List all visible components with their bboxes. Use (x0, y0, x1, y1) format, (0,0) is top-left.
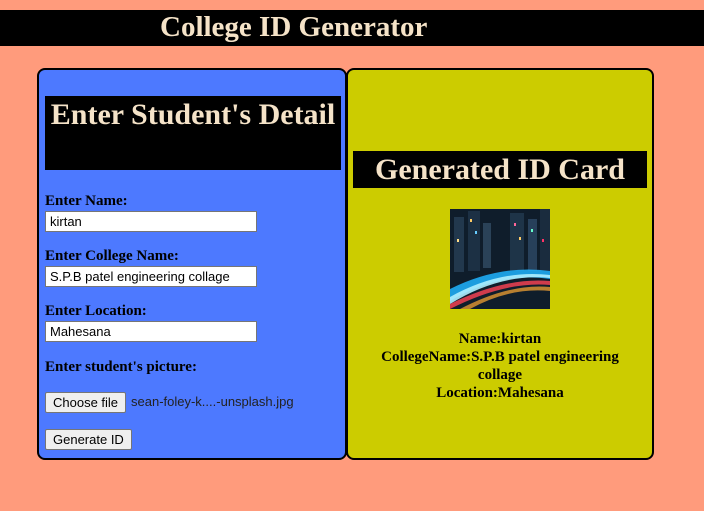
location-input[interactable] (45, 321, 257, 342)
student-photo (450, 209, 550, 309)
selected-file-name: sean-foley-k....-unsplash.jpg (131, 394, 294, 409)
page-title: College ID Generator (160, 11, 428, 43)
name-label: Enter Name: (45, 193, 128, 209)
card-heading: Generated ID Card (353, 151, 647, 188)
location-label: Enter Location: (45, 303, 147, 319)
id-card-panel: Generated ID Card Name:kirtan CollegeNam… (346, 68, 654, 460)
title-bar: College ID Generator (0, 10, 704, 46)
card-college-line: CollegeName:S.P.B patel engineering coll… (381, 349, 619, 383)
choose-file-button[interactable]: Choose file (45, 392, 127, 413)
city-night-photo-icon (450, 209, 550, 309)
form-heading: Enter Student's Detail (45, 96, 341, 170)
name-input[interactable] (45, 211, 257, 232)
picture-label: Enter student's picture: (45, 359, 197, 375)
card-location-line: Location:Mahesana (436, 385, 564, 401)
card-details: Name:kirtan CollegeName:S.P.B patel engi… (368, 330, 632, 402)
college-input[interactable] (45, 266, 257, 287)
student-form-panel: Enter Student's Detail Enter Name: Enter… (37, 68, 347, 460)
card-name-line: Name:kirtan (458, 331, 542, 347)
college-label: Enter College Name: (45, 248, 179, 264)
generate-id-button[interactable]: Generate ID (45, 429, 132, 450)
